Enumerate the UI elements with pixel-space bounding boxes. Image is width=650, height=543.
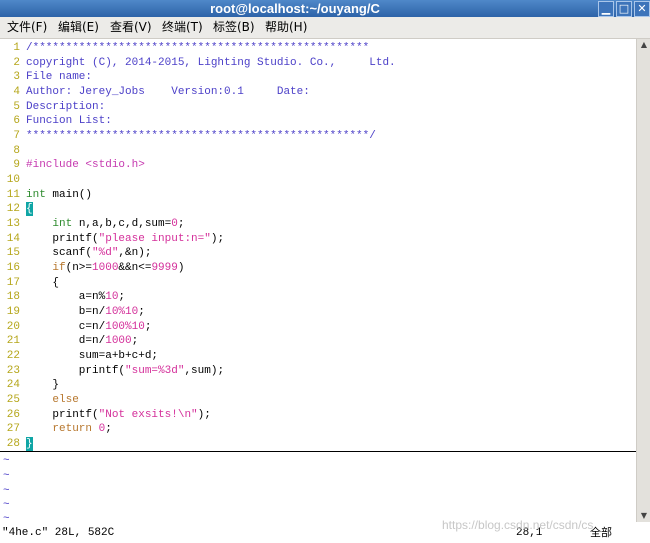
maximize-icon[interactable]: □ — [616, 1, 632, 17]
code-keyword: else — [52, 394, 79, 406]
code-keyword: return — [52, 423, 93, 435]
code-text: File name: — [26, 71, 93, 83]
code-string: "sum=%3d" — [125, 365, 185, 377]
empty-line-marker: ~ — [3, 455, 10, 467]
code-number: 10 — [105, 291, 119, 303]
line-number: 21 — [6, 335, 20, 347]
line-number: 16 — [6, 262, 20, 274]
file-info: "4he.c" 28L, 582C — [2, 527, 115, 539]
line-number: 11 — [6, 189, 20, 201]
line-number: 23 — [6, 365, 20, 377]
line-number: 18 — [6, 291, 20, 303]
line-number: 14 — [6, 233, 20, 245]
vertical-scrollbar[interactable]: ▲ ▼ — [636, 39, 650, 522]
code-text: Description: — [26, 101, 106, 113]
code-text: printf( — [26, 365, 126, 377]
code-string: "please input:n=" — [98, 233, 211, 245]
line-number: 8 — [13, 145, 20, 157]
code-number: 0 — [171, 218, 178, 230]
line-number: 27 — [6, 423, 20, 435]
menu-file[interactable]: 文件(F) — [5, 17, 49, 38]
code-keyword: if — [52, 262, 66, 274]
menu-bar: 文件(F) 编辑(E) 查看(V) 终端(T) 标签(B) 帮助(H) — [0, 17, 650, 39]
code-number: 9999 — [151, 262, 178, 274]
code-text: d=n/ — [26, 335, 106, 347]
code-text: #include <stdio.h> — [26, 159, 145, 171]
code-text: a=n% — [26, 291, 106, 303]
text-cursor: { — [26, 202, 33, 216]
menu-edit[interactable]: 编辑(E) — [56, 17, 101, 38]
line-number: 17 — [6, 277, 20, 289]
code-text: Author: Jerey_Jobs Version:0.1 Date: — [26, 86, 310, 98]
line-number: 3 — [13, 71, 20, 83]
line-number: 12 — [6, 203, 20, 215]
empty-line-marker: ~ — [3, 499, 10, 511]
window-title: root@localhost:~/ouyang/C — [210, 1, 380, 16]
line-number: 2 — [13, 57, 20, 69]
code-text: scanf( — [26, 247, 93, 259]
code-text: printf( — [26, 409, 99, 421]
code-text: n,a,b,c,d,sum= — [72, 218, 172, 230]
line-number: 20 — [6, 321, 20, 333]
menu-view[interactable]: 查看(V) — [108, 17, 154, 38]
line-number: 13 — [6, 218, 20, 230]
vim-editor[interactable]: 1 /**************************************… — [0, 39, 636, 525]
code-string: "Not exsits!\n" — [98, 409, 198, 421]
line-number: 9 — [13, 159, 20, 171]
code-text: printf( — [26, 233, 99, 245]
menu-help[interactable]: 帮助(H) — [263, 17, 309, 38]
line-number: 4 — [13, 86, 20, 98]
code-text: } — [26, 379, 60, 391]
code-text: ****************************************… — [26, 130, 376, 142]
scroll-up-icon[interactable]: ▲ — [637, 39, 650, 51]
line-number: 15 — [6, 247, 20, 259]
code-text: b=n/ — [26, 306, 106, 318]
watermark: https://blog.csdn.net/csdn/cs — [442, 518, 594, 532]
line-number: 22 — [6, 350, 20, 362]
window-title-bar: root@localhost:~/ouyang/C ▁ □ ✕ — [0, 0, 650, 17]
code-text: { — [26, 277, 60, 289]
line-number: 28 — [6, 438, 20, 450]
code-text: c=n/ — [26, 321, 106, 333]
line-number: 25 — [6, 394, 20, 406]
code-number: 1000 — [92, 262, 119, 274]
line-number: 24 — [6, 379, 20, 391]
line-number: 7 — [13, 130, 20, 142]
empty-line-marker: ~ — [3, 513, 10, 525]
code-text: main() — [45, 189, 93, 201]
empty-line-marker: ~ — [3, 485, 10, 497]
code-text: /***************************************… — [26, 42, 370, 54]
code-text: sum=a+b+c+d; — [26, 350, 159, 362]
line-number: 6 — [13, 115, 20, 127]
menu-terminal[interactable]: 终端(T) — [160, 17, 205, 38]
code-number: 10%10 — [105, 306, 139, 318]
code-number: 1000 — [105, 335, 132, 347]
line-number: 19 — [6, 306, 20, 318]
code-string: "%d" — [92, 247, 119, 259]
empty-line-marker: ~ — [3, 470, 10, 482]
text-cursor: } — [26, 437, 33, 451]
code-text: copyright (C), 2014-2015, Lighting Studi… — [26, 57, 396, 69]
line-number: 26 — [6, 409, 20, 421]
line-number: 5 — [13, 101, 20, 113]
code-keyword: int — [52, 218, 73, 230]
line-number: 1 — [13, 42, 20, 54]
line-number: 10 — [6, 174, 20, 186]
scroll-down-icon[interactable]: ▼ — [637, 510, 650, 522]
minimize-icon[interactable]: ▁ — [598, 1, 614, 17]
close-icon[interactable]: ✕ — [634, 1, 650, 17]
window-split-line — [0, 451, 636, 452]
menu-tabs[interactable]: 标签(B) — [211, 17, 257, 38]
code-number: 100%10 — [105, 321, 145, 333]
code-text: Funcion List: — [26, 115, 112, 127]
code-keyword: int — [26, 189, 46, 201]
